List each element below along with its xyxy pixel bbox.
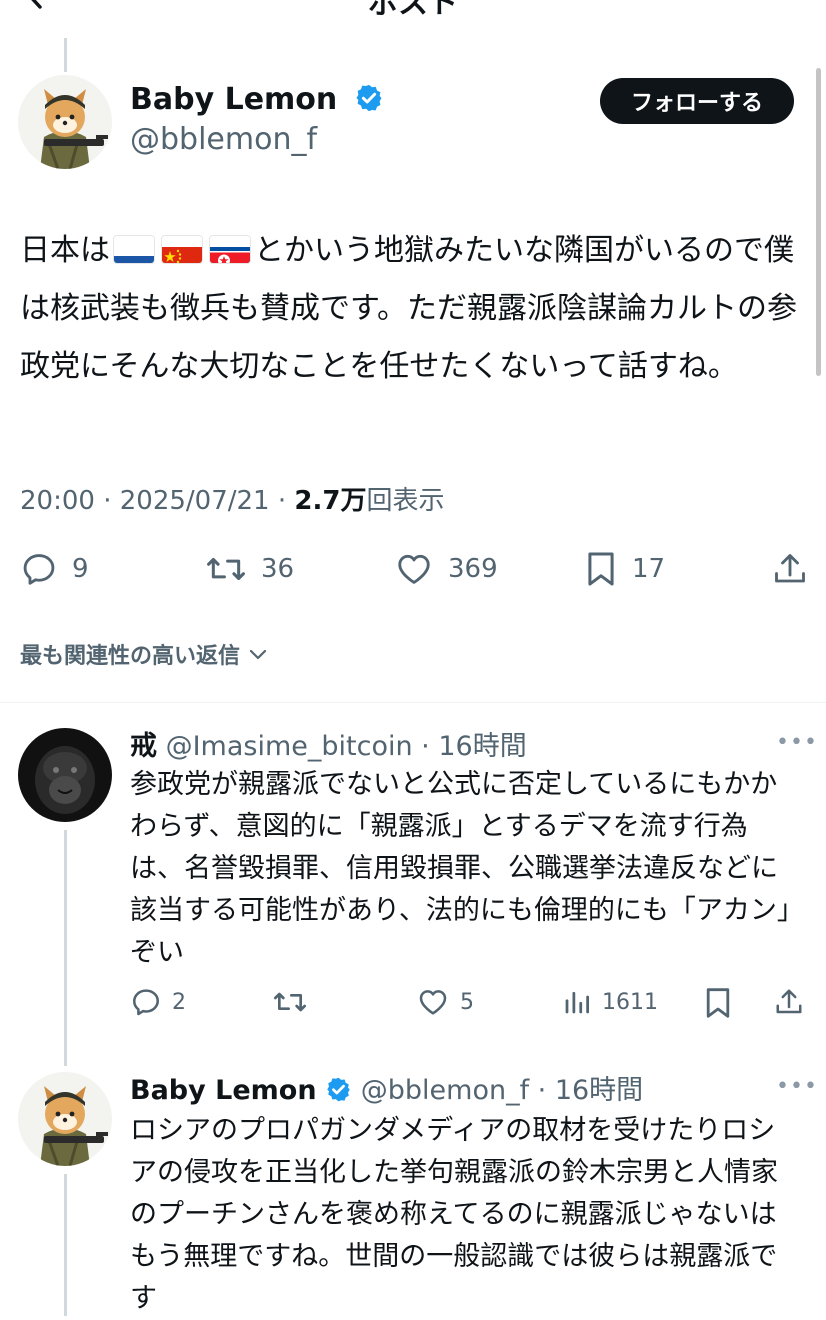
post-time: 20:00: [20, 486, 95, 516]
reply-author-name[interactable]: 戒: [130, 731, 157, 762]
reply-text: ロシアのプロパガンダメディアの取材を受けたりロシアの侵攻を正当化した挙句親露派の…: [130, 1115, 778, 1314]
views-chart-icon: [565, 991, 589, 1014]
russia-flag-icon: [114, 236, 154, 263]
reply-author-handle[interactable]: @Imasime_bitcoin: [166, 731, 413, 762]
reply-bookmark-button[interactable]: [704, 986, 742, 1020]
verified-badge-icon: [327, 1077, 350, 1102]
page-title: ポスト: [368, 0, 458, 21]
share-button[interactable]: [772, 550, 822, 588]
reply-text: 参政党が親露派でないと公式に否定しているにもかかわらず、意図的に「親露派」とする…: [130, 769, 791, 968]
reply-reply-count: 2: [172, 989, 186, 1015]
reply-author-name[interactable]: Baby Lemon: [130, 1075, 317, 1106]
like-button[interactable]: 369: [394, 550, 498, 588]
bookmark-icon: [706, 988, 730, 1018]
reply-author-handle[interactable]: @bblemon_f: [361, 1075, 529, 1106]
share-icon: [776, 989, 802, 1014]
gorilla-avatar-image: [18, 728, 112, 822]
dog-soldier-avatar-image: [18, 75, 112, 169]
post-body: 日本は とかいう地獄みたいな隣国がいるので僕は核武装も徴兵も賛成です。ただ親露派陰…: [20, 222, 810, 396]
bookmark-button[interactable]: 17: [584, 550, 665, 588]
post-date: 2025/07/21: [119, 486, 270, 516]
views-count: 2.7万: [294, 486, 367, 516]
thread-line: [64, 38, 67, 72]
bookmark-count: 17: [632, 554, 666, 584]
more-options-button[interactable]: •••: [776, 730, 818, 755]
reply-count: 9: [72, 554, 89, 584]
reply-button[interactable]: 9: [20, 550, 89, 588]
heart-icon: [419, 990, 447, 1015]
post-body-text-1: 日本は: [20, 233, 110, 268]
scrollbar[interactable]: [816, 68, 821, 376]
author-handle[interactable]: @bblemon_f: [130, 122, 317, 157]
repost-button[interactable]: 36: [205, 550, 294, 588]
reply-time: 16時間: [554, 1075, 644, 1106]
verified-badge-icon: [356, 84, 382, 112]
reply-avatar[interactable]: [18, 1072, 112, 1166]
reply-sort-label: 最も関連性の高い返信: [20, 644, 241, 669]
dog-soldier-avatar-image: [18, 1072, 112, 1166]
author-avatar[interactable]: [18, 75, 112, 169]
reply-share-button[interactable]: [774, 986, 814, 1018]
repost-icon: [274, 992, 306, 1012]
reply-sort-dropdown[interactable]: 最も関連性の高い返信: [20, 638, 270, 670]
reply-icon: [23, 554, 55, 585]
reply-time: 16時間: [438, 731, 527, 762]
post-meta: 20:00 · 2025/07/21 · 2.7万回表示: [20, 486, 445, 516]
china-flag-icon: [162, 236, 202, 263]
reply-header: Baby Lemon @bblemon_f · 16時間: [130, 1075, 644, 1106]
share-icon: [775, 554, 805, 583]
follow-button[interactable]: フォローする: [600, 78, 794, 124]
divider: [0, 702, 826, 703]
author-name-text: Baby Lemon: [130, 82, 338, 117]
reply-views-button[interactable]: 1611: [562, 986, 658, 1018]
reply-like-count: 5: [460, 989, 474, 1015]
thread-line: [64, 830, 67, 1066]
reply-repost-button[interactable]: [272, 986, 318, 1018]
north-korea-flag-icon: [210, 236, 250, 263]
thread-line: [64, 1174, 67, 1316]
reply-like-button[interactable]: 5: [416, 986, 474, 1018]
repost-icon: [207, 557, 245, 581]
reply-header: 戒 @Imasime_bitcoin · 16時間: [130, 731, 527, 762]
reply-reply-button[interactable]: 2: [130, 986, 186, 1018]
reply-icon: [133, 989, 160, 1016]
like-count: 369: [448, 554, 498, 584]
more-options-button[interactable]: •••: [776, 1074, 818, 1099]
chevron-down-icon: [249, 649, 267, 660]
bookmark-icon: [588, 552, 614, 586]
author-name[interactable]: Baby Lemon: [130, 82, 384, 117]
heart-icon: [398, 554, 430, 584]
repost-count: 36: [261, 554, 295, 584]
views-label: 回表示: [366, 486, 445, 516]
reply-avatar[interactable]: [18, 728, 112, 822]
reply-views-count: 1611: [602, 989, 658, 1015]
